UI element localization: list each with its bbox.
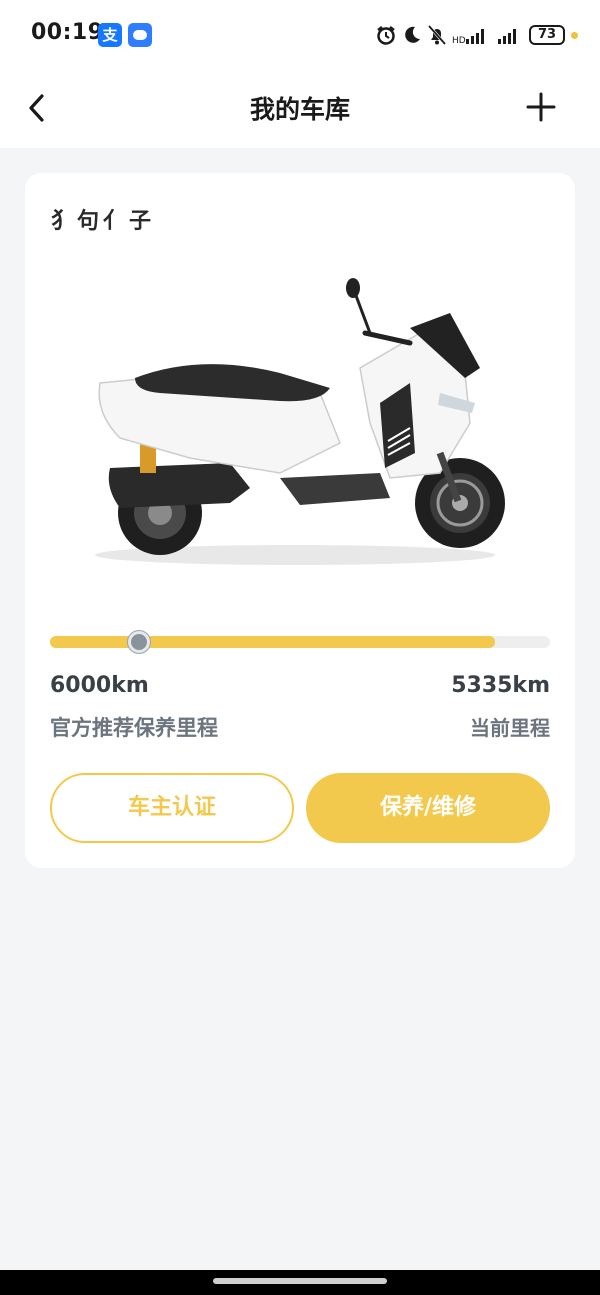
recommended-mileage-marker	[128, 631, 150, 653]
page-header: 我的车库	[0, 68, 600, 148]
signal-icon	[498, 29, 516, 44]
status-time: 00:19	[31, 20, 104, 45]
recommended-mileage-label: 官方推荐保养里程	[50, 716, 218, 740]
alarm-icon	[377, 26, 395, 45]
battery-icon: 73	[529, 25, 565, 45]
moon-icon	[405, 26, 420, 43]
vehicle-name: 犭句亻子	[51, 209, 156, 234]
battery-indicator-dot	[571, 32, 578, 39]
mileage-progress-fill	[50, 636, 495, 648]
svg-text:HD: HD	[452, 36, 466, 45]
status-bar: 00:19 支 HD 73	[0, 0, 600, 68]
mute-bell-icon	[427, 25, 447, 45]
recommended-mileage: 6000km 官方推荐保养里程	[50, 673, 218, 742]
system-navigation-bar	[0, 1270, 600, 1295]
signal-icon: HD	[452, 29, 484, 45]
owner-verify-button[interactable]: 车主认证	[50, 773, 294, 843]
alipay-icon: 支	[98, 23, 122, 47]
home-indicator[interactable]	[213, 1278, 387, 1284]
current-mileage-value: 5335km	[451, 673, 550, 698]
recommended-mileage-value: 6000km	[50, 673, 149, 698]
robot-app-icon	[128, 23, 152, 47]
current-mileage-label: 当前里程	[470, 716, 550, 740]
add-vehicle-button[interactable]	[524, 90, 558, 124]
vehicle-card[interactable]: 犭句亻子 6000km 官方推荐保养里程 5335km 当前里程 车主认证 保养…	[25, 173, 575, 868]
scooter-image	[95, 278, 505, 565]
current-mileage: 5335km 当前里程	[451, 673, 550, 741]
maintenance-button[interactable]: 保养/维修	[306, 773, 550, 843]
page-title: 我的车库	[249, 95, 350, 124]
mileage-progress-bar	[50, 631, 550, 653]
